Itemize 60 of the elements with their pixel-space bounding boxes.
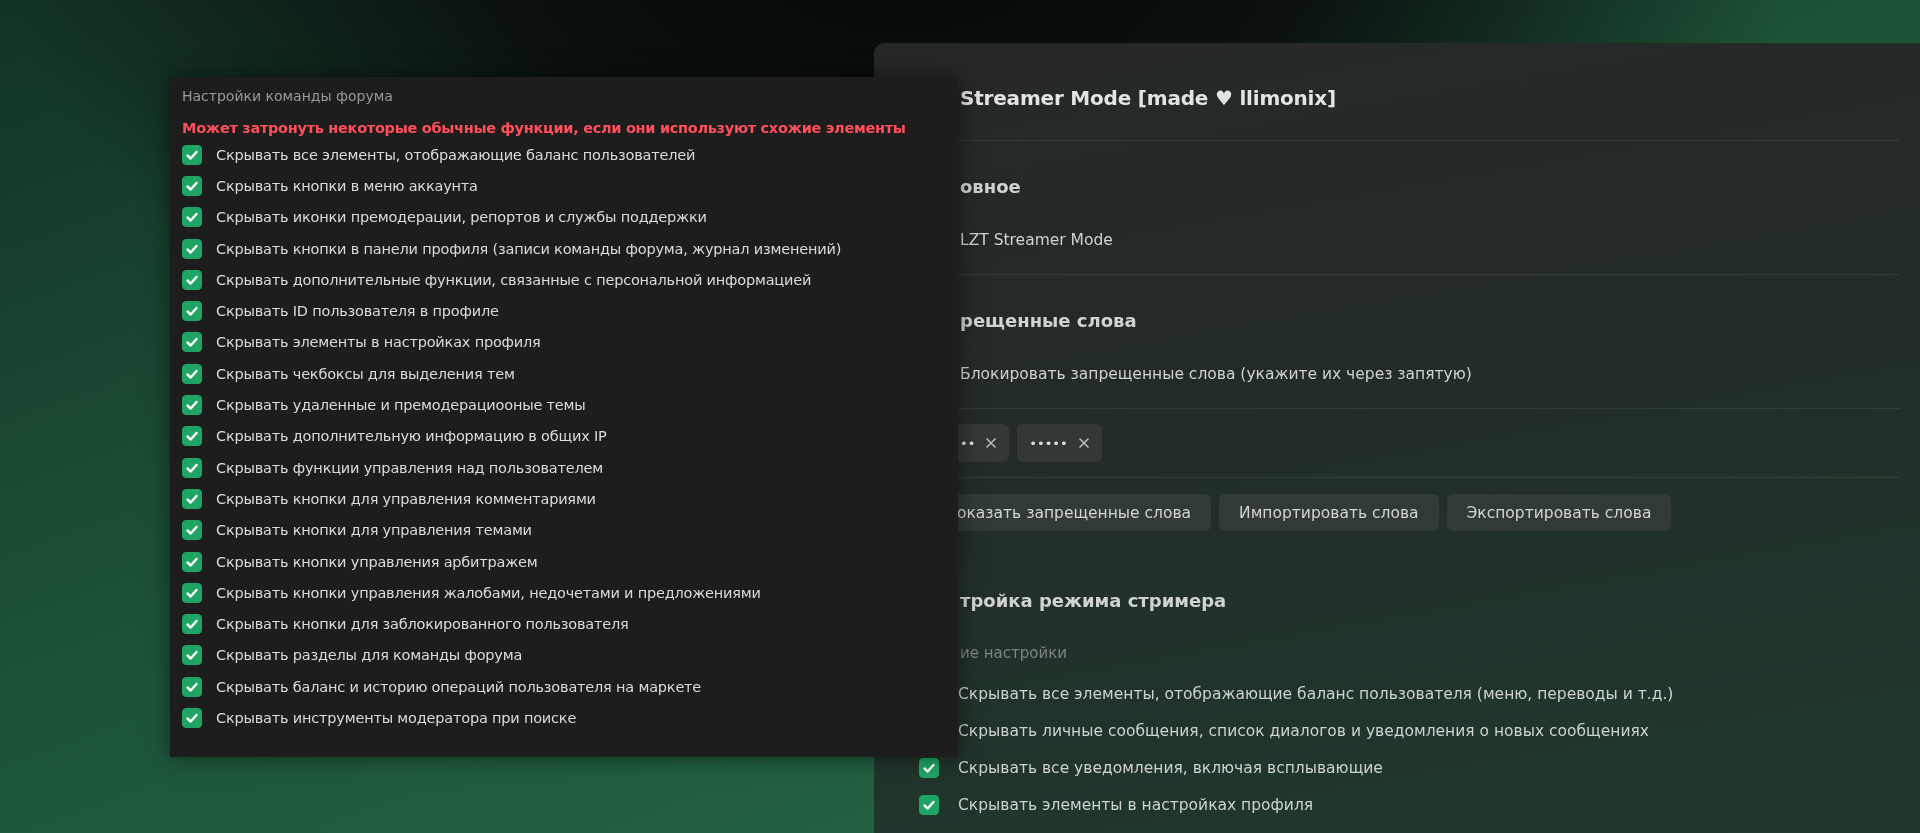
- close-icon[interactable]: [985, 437, 998, 449]
- option-label: Скрывать ID пользователя в профиле: [216, 303, 499, 320]
- action-button[interactable]: Импортировать слова: [1219, 494, 1439, 531]
- word-tag: ••: [958, 424, 1010, 462]
- checkbox[interactable]: [182, 520, 202, 541]
- checkbox[interactable]: [182, 269, 202, 290]
- option-label: Скрывать дополнительную информацию в общих IP: [216, 428, 607, 445]
- option-label: Скрывать функции управления над пользователем: [216, 459, 603, 476]
- checkbox[interactable]: [182, 582, 202, 603]
- section-heading: овное: [960, 175, 1022, 199]
- checkbox[interactable]: [919, 757, 939, 778]
- checkbox[interactable]: [182, 457, 202, 478]
- option-label: Скрывать разделы для команды форума: [216, 647, 523, 664]
- option-label: Скрывать кнопки управления арбитражем: [216, 553, 538, 570]
- checkbox[interactable]: [182, 207, 202, 228]
- popup-title: Настройки команды форума: [182, 87, 394, 106]
- option-label: Скрывать иконки премодерации, репортов и службы поддержки: [216, 209, 707, 226]
- checkbox[interactable]: [182, 426, 202, 447]
- option-label: Скрывать кнопки для заблокированного пользователя: [216, 616, 629, 633]
- option-label: Скрывать кнопки для управления комментариями: [216, 490, 596, 507]
- option-label: Скрывать чекбоксы для выделения тем: [216, 365, 515, 382]
- action-button[interactable]: Экспортировать слова: [1446, 494, 1672, 531]
- option-label: Скрывать инструменты модератора при поиске: [216, 710, 577, 726]
- setting-label: LZT Streamer Mode: [960, 230, 1114, 251]
- option-label: Скрывать элементы в настройках профиля: [958, 794, 1314, 816]
- checkbox[interactable]: [182, 488, 202, 509]
- panel-title: Streamer Mode [made ♥ llimonix]: [960, 85, 1337, 112]
- close-icon[interactable]: [1077, 437, 1090, 449]
- section-heading: рещенные слова: [960, 309, 1138, 333]
- section-heading: тройка режима стримера: [960, 589, 1228, 613]
- checkbox[interactable]: [182, 301, 202, 322]
- word-tag: •••••: [1017, 424, 1102, 462]
- checkbox[interactable]: [182, 614, 202, 635]
- checkbox[interactable]: [182, 645, 202, 666]
- checkbox[interactable]: [182, 144, 202, 165]
- option-label: Скрывать все уведомления, включая всплывающие: [958, 757, 1383, 779]
- option-label: Скрывать дополнительные функции, связанные с персональной информацией: [216, 271, 812, 288]
- checkbox[interactable]: [182, 395, 202, 415]
- option-label: Скрывать личные сообщения, список диалогов и уведомления о новых сообщениях: [958, 720, 1649, 742]
- checkbox[interactable]: [919, 794, 939, 815]
- option-label: Скрывать все элементы, отображающие баланс пользователей: [216, 146, 696, 163]
- option-label: Скрывать кнопки в меню аккаунта: [216, 177, 478, 194]
- option-label: Скрывать кнопки управления жалобами, недочетами и предложениями: [216, 584, 761, 601]
- checkbox[interactable]: [182, 238, 202, 259]
- action-button[interactable]: оказать запрещенные слова: [957, 494, 1212, 531]
- option-label: Скрывать кнопки в панели профиля (записи команды форума, журнал изменений): [216, 240, 842, 257]
- option-label: Скрывать элементы в настройках профиля: [216, 334, 541, 351]
- subsection-heading: ие настройки: [960, 643, 1068, 664]
- option-label: Скрывать баланс и историю операций пользователя на маркете: [216, 678, 702, 695]
- setting-label: Блокировать запрещенные слова (укажите их через запятую): [960, 364, 1473, 385]
- option-label: Скрывать кнопки для управления темами: [216, 522, 532, 539]
- checkbox[interactable]: [182, 332, 202, 353]
- option-label: Скрывать удаленные и премодерациооные темы: [216, 397, 586, 413]
- option-label: Скрывать все элементы, отображающие баланс пользователя (меню, переводы и т.д.): [958, 683, 1674, 705]
- warning-text: Может затронуть некоторые обычные функции, если они используют схожие элементы: [182, 119, 907, 138]
- checkbox[interactable]: [182, 676, 202, 697]
- checkbox[interactable]: [182, 551, 202, 572]
- checkbox[interactable]: [182, 175, 202, 196]
- checkbox[interactable]: [182, 708, 202, 728]
- checkbox[interactable]: [182, 363, 202, 384]
